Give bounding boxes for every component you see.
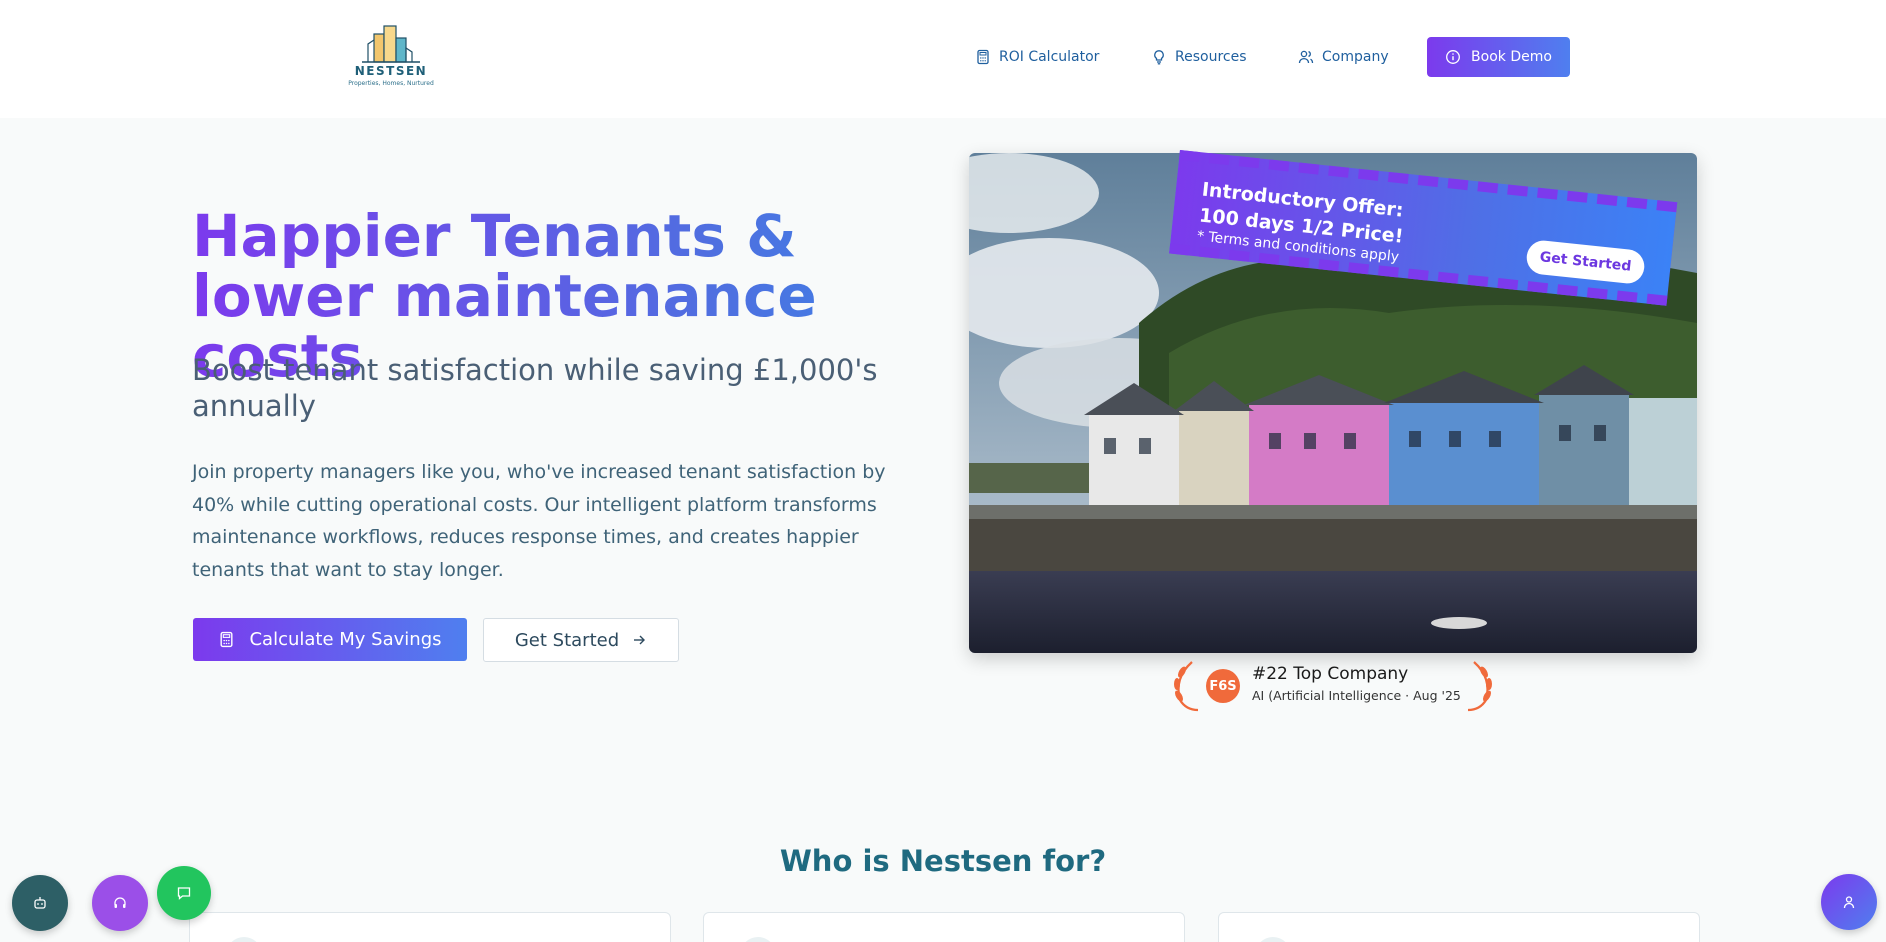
- nav-resources[interactable]: Resources: [1151, 37, 1247, 77]
- get-started-button[interactable]: Get Started: [483, 618, 679, 662]
- lightbulb-icon: [1154, 50, 1164, 65]
- info-icon: [1446, 50, 1460, 64]
- award-subtitle: AI (Artificial Intelligence · Aug '25: [1252, 688, 1461, 703]
- logo-wordmark: NESTSEN: [354, 64, 428, 78]
- user-icon: [1843, 896, 1855, 909]
- hero-description: Join property managers like you, who've …: [192, 461, 886, 581]
- nav-roi-label: ROI Calculator: [999, 49, 1100, 65]
- audience-card-2[interactable]: [703, 912, 1185, 942]
- calculate-savings-button[interactable]: Calculate My Savings: [193, 618, 467, 661]
- buildings-logo-icon: [362, 25, 420, 63]
- calculate-savings-label: Calculate My Savings: [249, 629, 442, 650]
- who-is-nestsen-for-heading: Who is Nestsen for?: [779, 844, 1107, 878]
- site-header: NESTSEN Properties, Homes, Nurtured ROI …: [0, 0, 1886, 118]
- calculator-icon: [220, 631, 233, 648]
- arrow-right-icon: [634, 635, 646, 645]
- award-title: #22 Top Company: [1252, 664, 1409, 684]
- calculator-icon: [977, 49, 989, 65]
- message-icon: [177, 887, 191, 900]
- account-button[interactable]: [1821, 874, 1877, 930]
- book-demo-label: Book Demo: [1471, 49, 1552, 65]
- logo-tagline: Properties, Homes, Nurtured: [348, 80, 434, 87]
- nav-company[interactable]: Company: [1298, 37, 1389, 77]
- hero-subtitle: Boost tenant satisfaction while saving £…: [192, 353, 878, 423]
- laurel-right-icon: [1467, 661, 1492, 712]
- chat-button[interactable]: [157, 866, 211, 920]
- nav-company-label: Company: [1322, 49, 1389, 65]
- nav-roi-calculator[interactable]: ROI Calculator: [975, 37, 1099, 77]
- book-demo-button[interactable]: Book Demo: [1427, 37, 1570, 77]
- support-button[interactable]: [92, 875, 148, 931]
- audience-card-1[interactable]: [189, 912, 671, 942]
- nestsen-logo[interactable]: NESTSEN Properties, Homes, Nurtured: [338, 22, 444, 92]
- card-icon-placeholder: [226, 937, 262, 942]
- card-icon-placeholder: [1255, 937, 1291, 942]
- audience-card-3[interactable]: [1218, 912, 1700, 942]
- ai-assistant-button[interactable]: [12, 875, 68, 931]
- laurel-left-icon: [1174, 661, 1199, 712]
- robot-icon: [34, 897, 46, 909]
- f6s-award-badge[interactable]: F6S #22 Top Company AI (Artificial Intel…: [1170, 656, 1496, 712]
- nav-resources-label: Resources: [1175, 49, 1247, 65]
- card-icon-placeholder: [740, 937, 776, 942]
- f6s-logo: F6S: [1206, 669, 1240, 703]
- offer-get-started-button[interactable]: Get Started: [1525, 238, 1646, 286]
- get-started-label: Get Started: [514, 629, 620, 651]
- users-icon: [1298, 50, 1314, 64]
- headset-icon: [114, 897, 126, 908]
